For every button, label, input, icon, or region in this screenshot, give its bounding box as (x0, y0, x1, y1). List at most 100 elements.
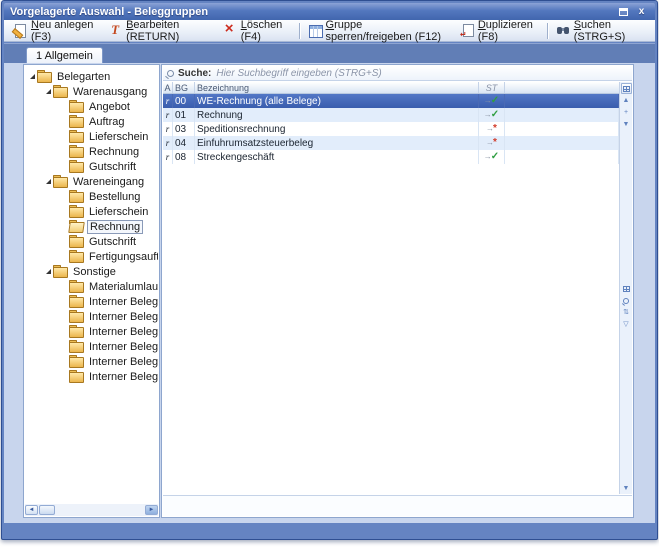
toolbar-button-gruppe-sperren-freigeben-f12[interactable]: Gruppe sperren/freigeben (F12) (303, 18, 455, 43)
tree-item-label: Interner Beleg (89, 295, 158, 308)
cell-bg: 00 (173, 94, 195, 108)
scroll-left-icon[interactable]: ◄ (25, 505, 38, 515)
toolbar-separator (546, 22, 548, 39)
table-row-bg-00[interactable]: r 00 WE-Rechnung (alle Belege) → ✓ (163, 94, 619, 108)
folder-icon (69, 279, 84, 293)
tree-item-interner-beleg-3-pps[interactable]: Interner Beleg 3 (PPS) (25, 339, 158, 354)
tree-expander-icon[interactable] (43, 269, 53, 274)
table-row-bg-04[interactable]: r 04 Einfuhrumsatzsteuerbeleg → * (163, 136, 619, 150)
close-button[interactable]: x (634, 5, 649, 18)
column-header-a[interactable]: A (163, 82, 173, 93)
tree-item-label: Gutschrift (89, 160, 137, 173)
table-row-bg-08[interactable]: r 08 Streckengeschäft → ✓ (163, 150, 619, 164)
tree-item-interner-beleg-5-pps[interactable]: Interner Beleg 5 (PPS) (25, 369, 158, 384)
scroll-right-icon[interactable]: ► (145, 505, 158, 515)
folder-icon (69, 189, 84, 203)
toolbar-button-l-schen-f4[interactable]: Löschen (F4) (218, 19, 296, 43)
folder-icon (69, 294, 84, 308)
cell-st: → * (479, 122, 505, 136)
tree-item-label: Sonstige (73, 265, 116, 278)
status-released-icon: ✓ (490, 95, 500, 106)
tree-item-angebot[interactable]: Angebot (25, 99, 158, 114)
cell-a: r (163, 136, 173, 150)
tab-allgemein[interactable]: 1 Allgemein (26, 47, 103, 63)
toolbar-button-label: Suchen (STRG+S) (573, 18, 626, 43)
scrollbar-thumb[interactable] (39, 505, 55, 515)
tree-item-lieferschein[interactable]: Lieferschein (25, 204, 158, 219)
sort-icon[interactable]: ⇅ (621, 307, 632, 318)
table-row-bg-01[interactable]: r 01 Rechnung → ✓ (163, 108, 619, 122)
tree-item-sonstige[interactable]: Sonstige (25, 264, 158, 279)
toolbar-button-bearbeiten-return[interactable]: Bearbeiten (RETURN) (103, 18, 218, 43)
grid-side-toolbar: ▲ + ▼ ⇅ ▽ ▼ (619, 82, 632, 494)
column-chooser-icon[interactable] (620, 83, 632, 94)
columns-icon[interactable] (621, 283, 632, 294)
toolbar-button-suchen-strg-s[interactable]: Suchen (STRG+S) (551, 18, 651, 43)
toolbar-separator (298, 22, 300, 39)
tree-expander-icon[interactable] (43, 89, 53, 94)
column-header-st[interactable]: ST (479, 82, 505, 93)
duplicate-icon (460, 24, 474, 39)
folder-icon (69, 324, 84, 338)
grid-header-row[interactable]: A BG Bezeichnung ST (163, 82, 619, 94)
cell-filler (505, 94, 619, 108)
tree-item-label: Interner Beleg 4 (PPS) (89, 355, 158, 368)
cell-filler (505, 108, 619, 122)
tree-item-warenausgang[interactable]: Warenausgang (25, 84, 158, 99)
toolbar-button-label: Bearbeiten (RETURN) (126, 18, 180, 43)
cell-bezeichnung: Rechnung (195, 108, 479, 122)
tree-item-interner-beleg-4-pps[interactable]: Interner Beleg 4 (PPS) (25, 354, 158, 369)
tree-item-auftrag[interactable]: Auftrag (25, 114, 158, 129)
tree-item-interner-beleg[interactable]: Interner Beleg (25, 294, 158, 309)
cell-bezeichnung: Speditionsrechnung (195, 122, 479, 136)
collapse-icon[interactable]: ▽ (621, 319, 632, 330)
folder-icon (69, 114, 84, 128)
cell-filler (505, 122, 619, 136)
tree-expander-icon[interactable] (43, 179, 53, 184)
tree-item-interner-beleg-1-pps[interactable]: Interner Beleg 1 (PPS) (25, 309, 158, 324)
tree-item-lieferschein[interactable]: Lieferschein (25, 129, 158, 144)
folder-icon (69, 354, 84, 368)
folder-icon (69, 369, 84, 383)
tree-item-gutschrift[interactable]: Gutschrift (25, 234, 158, 249)
status-released-icon: ✓ (490, 151, 500, 162)
tree-item-label: Fertigungsauftrag (PPS) (89, 250, 158, 263)
tree-item-wareneingang[interactable]: Wareneingang (25, 174, 158, 189)
scroll-anchor-icon[interactable]: ▼ (621, 119, 632, 130)
folder-icon (69, 159, 84, 173)
cell-bg: 08 (173, 150, 195, 164)
tree-item-label: Rechnung (87, 219, 144, 234)
scroll-top-icon[interactable]: ▲ (621, 95, 632, 106)
folder-icon (53, 264, 68, 278)
grid-search-row[interactable]: Suche: Hier Suchbegriff eingeben (STRG+S… (163, 66, 632, 81)
tree-item-rechnung[interactable]: Rechnung (25, 144, 158, 159)
restore-button[interactable] (616, 5, 631, 18)
tree-item-gutschrift[interactable]: Gutschrift (25, 159, 158, 174)
table-row-bg-03[interactable]: r 03 Speditionsrechnung → * (163, 122, 619, 136)
tree-item-interner-beleg-2-pps[interactable]: Interner Beleg 2 (PPS) (25, 324, 158, 339)
tree-item-belegarten[interactable]: Belegarten (25, 69, 158, 84)
find-icon[interactable] (621, 295, 632, 306)
column-header-bezeichnung[interactable]: Bezeichnung (195, 82, 479, 93)
search-input[interactable]: Hier Suchbegriff eingeben (STRG+S) (216, 68, 381, 79)
tree-item-bestellung[interactable]: Bestellung (25, 189, 158, 204)
folder-icon (69, 144, 84, 158)
folder-icon (69, 309, 84, 323)
tree-horizontal-scrollbar[interactable]: ◄ ► (25, 504, 158, 516)
grid-rows: r 00 WE-Rechnung (alle Belege) → ✓ r 01 … (163, 94, 619, 164)
title-bar[interactable]: Vorgelagerte Auswahl - Beleggruppen x (4, 3, 655, 20)
row-nav-plus-icon[interactable]: + (621, 107, 632, 118)
column-header-bg[interactable]: BG (173, 82, 195, 93)
tree-item-materialumlauf-reparatur[interactable]: Materialumlauf/Reparatur (25, 279, 158, 294)
status-locked-icon: * (493, 123, 497, 134)
toolbar-button-neu-anlegen-f3[interactable]: Neu anlegen (F3) (8, 19, 103, 43)
cell-bezeichnung: Streckengeschäft (195, 150, 479, 164)
tree-expander-icon[interactable] (27, 74, 37, 79)
tree-item-label: Interner Beleg 2 (PPS) (89, 325, 158, 338)
tree-item-rechnung[interactable]: Rechnung (25, 219, 158, 234)
scroll-down-icon[interactable]: ▼ (621, 483, 632, 494)
toolbar-button-label: Gruppe sperren/freigeben (F12) (325, 18, 442, 43)
toolbar-button-duplizieren-f8[interactable]: Duplizieren (F8) (455, 19, 544, 43)
window-title: Vorgelagerte Auswahl - Beleggruppen (10, 5, 209, 18)
tree-item-fertigungsauftrag-pps[interactable]: Fertigungsauftrag (PPS) (25, 249, 158, 264)
